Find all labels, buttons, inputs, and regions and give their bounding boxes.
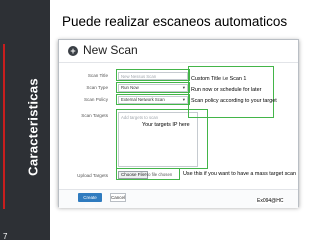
plus-circle-icon: +	[68, 46, 78, 56]
scan-type-label: Scan Type	[86, 85, 108, 90]
scan-title-label: Scan Title	[87, 73, 108, 78]
dialog-header: + New Scan	[59, 40, 298, 63]
author-credit: Ex094@HC	[256, 198, 285, 204]
run-now-note: Run now or schedule for later	[191, 87, 262, 93]
scan-targets-highlight	[116, 109, 208, 169]
scan-policy-note: Scan policy according to your target	[191, 98, 277, 104]
scan-policy-label: Scan Policy	[83, 97, 108, 102]
upload-targets-label: Upload Targets	[77, 173, 108, 178]
cancel-button[interactable]: Cancel	[110, 193, 126, 202]
upload-highlight	[116, 168, 180, 180]
scan-policy-highlight	[116, 94, 190, 105]
slide-title: Puede realizar escaneos automaticos	[62, 14, 288, 29]
custom-title-note: Custom Title i.e Scan 1	[191, 76, 247, 82]
scan-targets-label: Scan Targets	[81, 113, 108, 118]
scan-title-highlight	[116, 69, 190, 81]
targets-note: Your targets IP here	[142, 122, 190, 128]
scan-type-highlight	[116, 82, 190, 93]
sidebar-accent-line	[3, 44, 5, 209]
slide-sidebar: Caracteristicas 7	[0, 0, 50, 241]
create-scan-button[interactable]: Create Scan	[78, 193, 102, 209]
dialog-title: New Scan	[83, 43, 138, 57]
sidebar-section-label: Caracteristicas	[25, 78, 41, 176]
upload-note: Use this if you want to have a mass targ…	[183, 171, 296, 177]
